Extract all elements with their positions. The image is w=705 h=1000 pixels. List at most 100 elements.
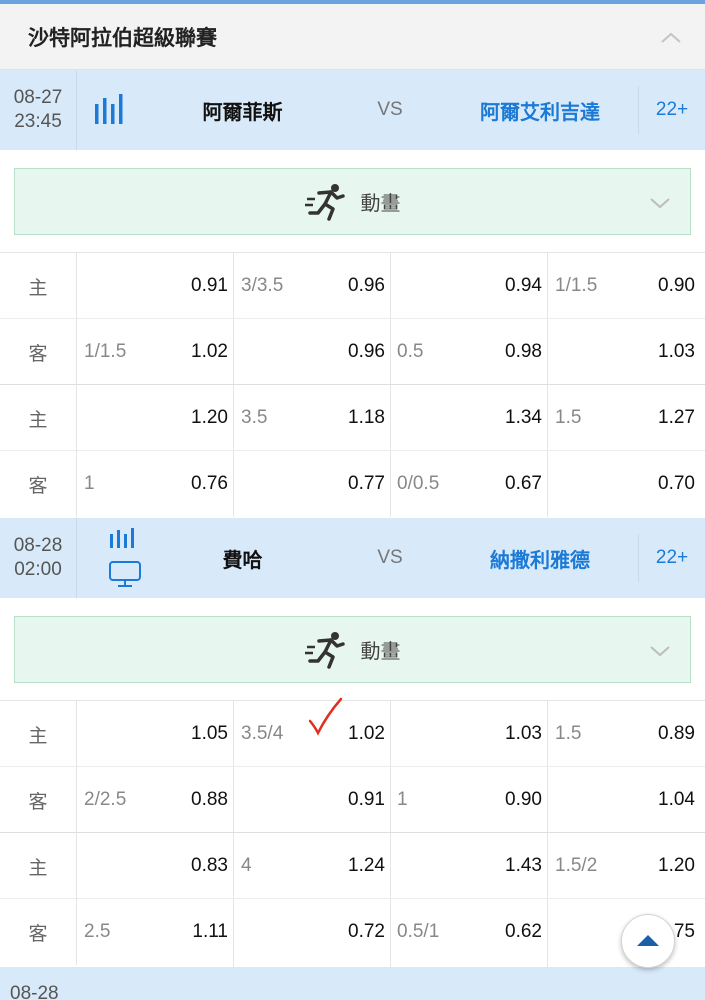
league-title: 沙特阿拉伯超級聯賽 <box>28 25 217 50</box>
half-total-odd[interactable]: 0.89 <box>615 701 695 767</box>
odds-row: 客 2.5 1.11 0.72 0.5/1 0.62 .75 <box>0 899 705 965</box>
odds-row: 主 0.91 3/3.5 0.96 0.94 1/1.5 0.90 <box>0 253 705 319</box>
handicap-odd[interactable]: 0.88 <box>150 767 228 833</box>
half-handicap-odd[interactable]: 0.67 <box>460 451 542 517</box>
half-handicap-odd[interactable]: 0.94 <box>460 253 542 319</box>
half-handicap-odd[interactable]: 0.62 <box>460 899 542 965</box>
total-odd[interactable]: 0.96 <box>305 319 385 385</box>
half-total-odd[interactable]: 0.70 <box>615 451 695 517</box>
half-total-odd[interactable]: 1.03 <box>615 319 695 385</box>
match-time: 23:45 <box>14 111 62 132</box>
total-line <box>241 899 311 965</box>
animation-label: 動畫 <box>360 639 401 663</box>
total-odd[interactable]: 1.24 <box>305 833 385 899</box>
total-odd[interactable]: 0.96 <box>305 253 385 319</box>
handicap-odd[interactable]: 1.20 <box>150 385 228 451</box>
odds-row: 主 1.20 3.5 1.18 1.34 1.5 1.27 <box>0 385 705 451</box>
half-handicap-line: 1 <box>397 789 408 810</box>
half-handicap-odd[interactable]: 0.90 <box>460 767 542 833</box>
animation-section: 動畫 <box>0 598 705 701</box>
animation-section: 動畫 <box>0 150 705 253</box>
half-handicap-odd[interactable]: 1.03 <box>460 701 542 767</box>
total-line: 3.5 <box>241 407 268 428</box>
total-odd[interactable]: 1.18 <box>305 385 385 451</box>
more-markets-button[interactable]: 22+ <box>638 86 705 134</box>
away-team[interactable]: 阿爾艾利吉達 <box>450 96 630 125</box>
half-total-odd[interactable]: 0.90 <box>615 253 695 319</box>
total-odd[interactable]: 0.77 <box>305 451 385 517</box>
match-date: 08-28 <box>13 535 63 556</box>
odds-row: 主 0.83 4 1.24 1.43 1.5/2 1.20 <box>0 833 705 899</box>
next-match-header[interactable]: 08-28 <box>0 967 705 1000</box>
bar-chart-icon[interactable] <box>88 70 158 150</box>
odds-row: 主 1.05 3.5/4 1.02 1.03 1.5 0.89 <box>0 701 705 767</box>
handicap-odd[interactable]: 1.02 <box>150 319 228 385</box>
running-man-icon <box>304 183 345 221</box>
handicap-line: 2/2.5 <box>84 789 127 810</box>
total-line: 3/3.5 <box>241 275 284 296</box>
animation-label: 動畫 <box>360 191 401 215</box>
handicap-odd[interactable]: 1.05 <box>150 701 228 767</box>
half-total-odd[interactable]: 1.27 <box>615 385 695 451</box>
home-team[interactable]: 阿爾菲斯 <box>160 96 325 125</box>
checkmark-annotation <box>308 697 343 736</box>
odds-row: 客 1/1.5 1.02 0.96 0.5 0.98 1.03 <box>0 319 705 385</box>
half-handicap-odd[interactable]: 1.43 <box>460 833 542 899</box>
away-team[interactable]: 納撒利雅德 <box>450 544 630 573</box>
side-label: 主 <box>0 253 77 319</box>
total-line: 4 <box>241 855 252 876</box>
animation-toggle[interactable]: 動畫 <box>14 168 691 235</box>
match-datetime: 08-27 23:45 <box>0 70 77 150</box>
vs-label: VS <box>377 99 403 120</box>
side-label: 客 <box>0 319 77 385</box>
half-total-odd[interactable]: 1.04 <box>615 767 695 833</box>
total-line <box>241 319 311 385</box>
handicap-odd[interactable]: 1.11 <box>150 899 228 965</box>
handicap-line <box>84 253 154 319</box>
handicap-line <box>84 833 154 899</box>
match-date: 08-28 <box>10 983 59 1000</box>
side-label: 主 <box>0 701 77 767</box>
half-handicap-line <box>397 833 467 899</box>
chevron-down-icon[interactable] <box>648 191 672 215</box>
arrow-up-icon <box>637 935 659 946</box>
half-handicap-line: 0.5 <box>397 341 424 362</box>
half-handicap-line <box>397 701 467 767</box>
total-odd[interactable]: 0.72 <box>305 899 385 965</box>
home-team[interactable]: 費哈 <box>160 544 325 573</box>
half-handicap-line <box>397 385 467 451</box>
handicap-odd[interactable]: 0.91 <box>150 253 228 319</box>
handicap-line <box>84 701 154 767</box>
animation-toggle[interactable]: 動畫 <box>14 616 691 683</box>
match-datetime: 08-28 02:00 <box>0 518 77 598</box>
total-odd[interactable]: 0.91 <box>305 767 385 833</box>
running-man-icon <box>304 631 345 669</box>
odds-table: 主 0.91 3/3.5 0.96 0.94 1/1.5 0.90 客 1/1.… <box>0 253 705 517</box>
match-header[interactable]: 08-28 02:00 費哈 VS 納撒利雅德 22+ <box>0 518 705 598</box>
handicap-line <box>84 385 154 451</box>
total-line <box>241 767 311 833</box>
scroll-to-top-button[interactable] <box>621 914 675 968</box>
handicap-line: 1/1.5 <box>84 341 127 362</box>
match-header[interactable]: 08-27 23:45 阿爾菲斯 VS 阿爾艾利吉達 22+ <box>0 70 705 150</box>
match-date: 08-27 <box>13 87 63 108</box>
side-label: 客 <box>0 899 77 965</box>
handicap-odd[interactable]: 0.76 <box>150 451 228 517</box>
half-handicap-odd[interactable]: 1.34 <box>460 385 542 451</box>
chevron-down-icon[interactable] <box>648 639 672 663</box>
half-handicap-odd[interactable]: 0.98 <box>460 319 542 385</box>
half-total-odd[interactable]: 1.20 <box>615 833 695 899</box>
handicap-odd[interactable]: 0.83 <box>150 833 228 899</box>
handicap-line: 2.5 <box>84 921 111 942</box>
league-header[interactable]: 沙特阿拉伯超級聯賽 <box>0 4 705 70</box>
tv-icon[interactable] <box>108 560 142 588</box>
odds-row: 客 2/2.5 0.88 0.91 1 0.90 1.04 <box>0 767 705 833</box>
total-line <box>241 451 311 517</box>
half-handicap-line <box>397 253 467 319</box>
total-line: 3.5/4 <box>241 723 284 744</box>
side-label: 客 <box>0 451 77 517</box>
more-markets-button[interactable]: 22+ <box>638 534 705 582</box>
side-label: 主 <box>0 833 77 899</box>
chevron-up-icon[interactable] <box>659 26 683 50</box>
handicap-line: 1 <box>84 473 95 494</box>
